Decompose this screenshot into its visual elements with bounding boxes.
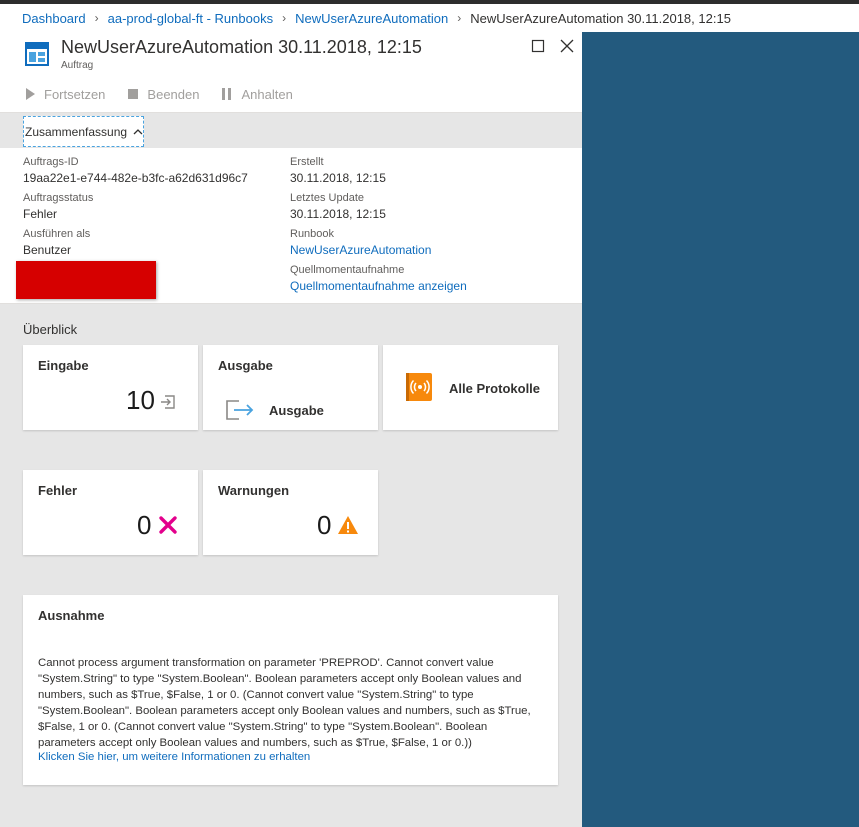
last-update-value: 30.11.2018, 12:15 — [290, 207, 386, 221]
warnings-tile[interactable]: Warnungen 0 — [203, 470, 378, 555]
exception-title: Ausnahme — [38, 608, 105, 623]
stop-button[interactable]: Beenden — [127, 87, 199, 102]
blade-subtitle: Auftrag — [61, 60, 94, 71]
more-info-link[interactable]: Klicken Sie hier, um weitere Information… — [38, 751, 310, 763]
automation-job-icon — [25, 42, 49, 66]
exception-panel: Ausnahme Cannot process argument transfo… — [23, 595, 558, 785]
run-as-label: Ausführen als — [23, 228, 91, 240]
error-x-icon — [159, 516, 177, 534]
play-icon — [26, 88, 35, 100]
background-panel — [582, 32, 859, 827]
essentials-left-column: Auftrags-ID 19aa22e1-e744-482e-b3fc-a62d… — [23, 155, 248, 263]
blade-title: NewUserAzureAutomation 30.11.2018, 12:15 — [61, 37, 422, 57]
summary-label: Zusammenfassung — [25, 124, 128, 139]
maximize-icon[interactable] — [530, 38, 546, 54]
job-id-label: Auftrags-ID — [23, 156, 79, 168]
input-tile-title: Eingabe — [38, 358, 89, 373]
all-logs-tile[interactable]: Alle Protokolle — [383, 345, 558, 430]
errors-tile[interactable]: Fehler 0 — [23, 470, 198, 555]
job-blade: NewUserAzureAutomation 30.11.2018, 12:15… — [0, 32, 582, 827]
errors-count: 0 — [137, 510, 152, 540]
job-status-label: Auftragsstatus — [23, 192, 94, 204]
output-label: Ausgabe — [269, 403, 324, 418]
input-tile[interactable]: Eingabe 10 — [23, 345, 198, 430]
suspend-button[interactable]: Anhalten — [221, 86, 293, 102]
breadcrumb-runbooks[interactable]: aa-prod-global-ft - Runbooks — [108, 11, 273, 26]
breadcrumb: Dashboard › aa-prod-global-ft - Runbooks… — [0, 4, 859, 32]
created-value: 30.11.2018, 12:15 — [290, 171, 386, 185]
redaction-box — [16, 261, 156, 299]
output-icon — [226, 400, 254, 420]
runbook-label: Runbook — [290, 228, 335, 240]
runbook-link[interactable]: NewUserAzureAutomation — [290, 241, 467, 263]
input-icon — [161, 395, 175, 409]
breadcrumb-runbook[interactable]: NewUserAzureAutomation — [295, 11, 448, 26]
created-label: Erstellt — [290, 156, 324, 168]
job-id-value: 19aa22e1-e744-482e-b3fc-a62d631d96c7 — [23, 171, 248, 185]
warnings-count: 0 — [317, 510, 332, 540]
exception-message: Cannot process argument transformation o… — [38, 657, 531, 749]
all-logs-label: Alle Protokolle — [449, 381, 541, 396]
stop-label: Beenden — [147, 86, 200, 102]
resume-label: Fortsetzen — [44, 86, 106, 102]
command-bar: Fortsetzen Beenden Anhalten — [0, 76, 582, 113]
logs-book-icon — [406, 373, 432, 401]
blade-header: NewUserAzureAutomation 30.11.2018, 12:15… — [0, 32, 582, 76]
breadcrumb-current: NewUserAzureAutomation 30.11.2018, 12:15 — [470, 10, 731, 26]
suspend-label: Anhalten — [241, 86, 293, 102]
snapshot-link[interactable]: Quellmomentaufnahme anzeigen — [290, 277, 467, 299]
pause-icon — [222, 88, 232, 100]
close-icon[interactable] — [559, 38, 575, 54]
chevron-right-icon: › — [282, 11, 287, 25]
errors-tile-title: Fehler — [38, 483, 78, 498]
run-as-value: Benutzer — [23, 243, 72, 257]
last-update-label: Letztes Update — [290, 192, 364, 204]
output-tile-title: Ausgabe — [218, 358, 273, 373]
snapshot-label: Quellmomentaufnahme — [290, 264, 405, 276]
summary-toggle[interactable]: Zusammenfassung — [23, 116, 144, 147]
input-count: 10 — [126, 385, 155, 415]
chevron-up-icon — [133, 128, 143, 134]
job-status-value: Fehler — [23, 207, 58, 221]
warnings-tile-title: Warnungen — [218, 483, 290, 498]
chevron-right-icon: › — [457, 11, 462, 25]
overview-title: Überblick — [23, 322, 78, 337]
chevron-right-icon: › — [94, 11, 99, 25]
output-tile[interactable]: Ausgabe Ausgabe — [203, 345, 378, 430]
warning-triangle-icon — [338, 516, 358, 534]
stop-icon — [128, 89, 139, 99]
resume-button[interactable]: Fortsetzen — [24, 87, 105, 102]
breadcrumb-dashboard[interactable]: Dashboard — [22, 11, 86, 26]
essentials-panel: Auftrags-ID 19aa22e1-e744-482e-b3fc-a62d… — [0, 148, 582, 304]
essentials-right-column: Erstellt 30.11.2018, 12:15 Letztes Updat… — [290, 155, 467, 299]
